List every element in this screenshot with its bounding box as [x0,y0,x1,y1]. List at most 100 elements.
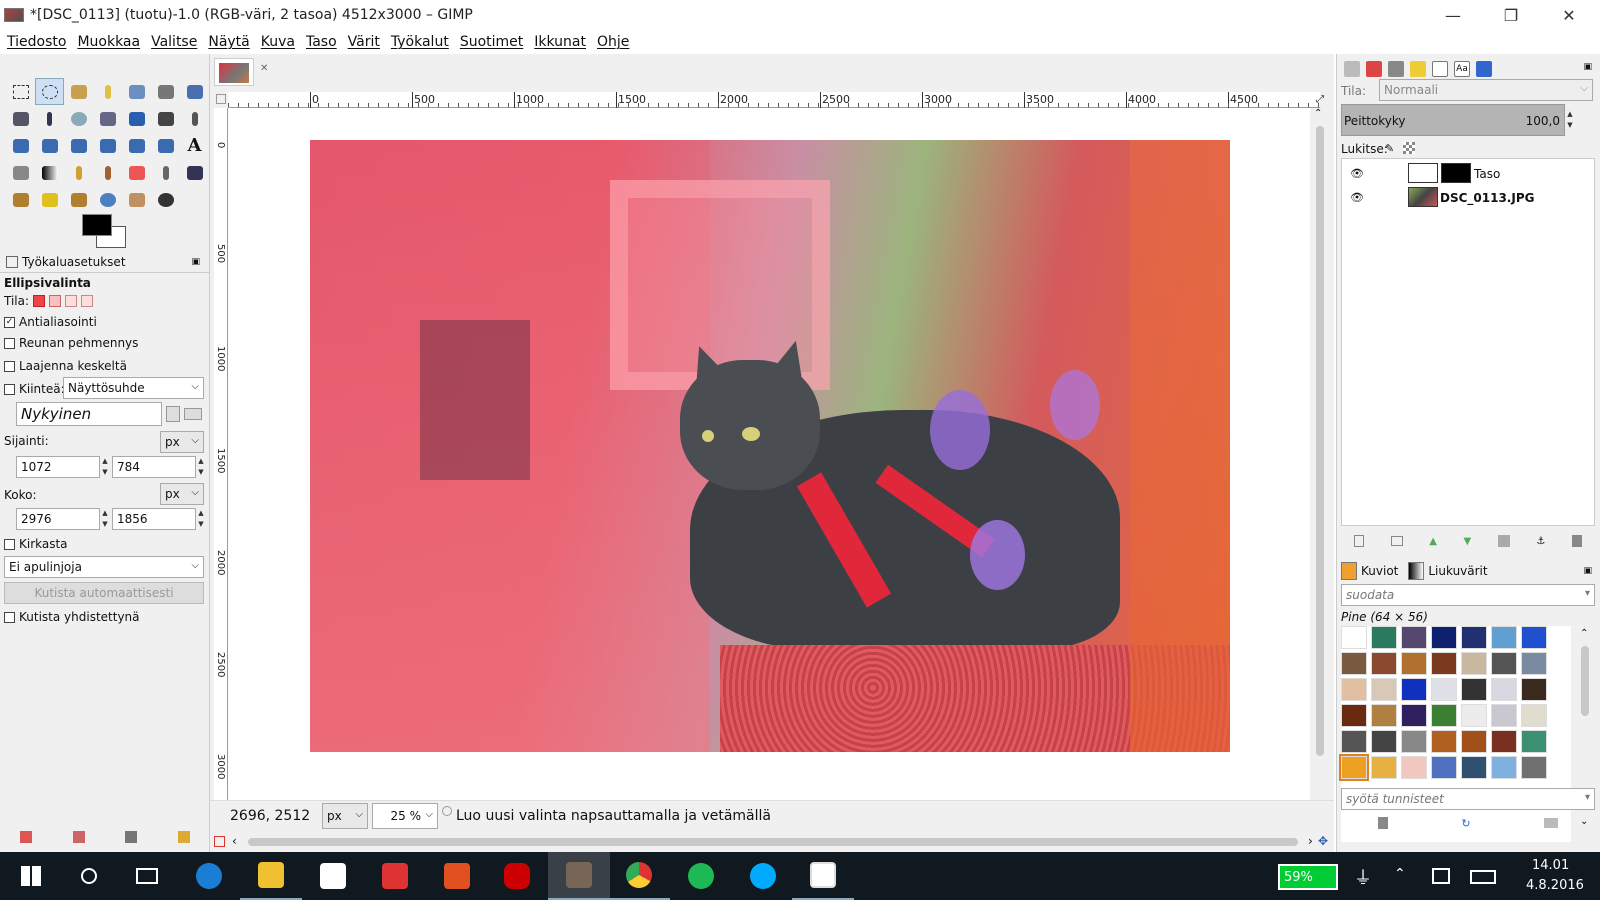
taskbar-store[interactable] [302,852,364,900]
position-unit-select[interactable]: px ⌵ [160,431,204,453]
fuzzy-select-tool[interactable] [93,78,122,105]
shrink-merged-option[interactable]: Kutista yhdistettynä [4,610,140,624]
opacity-slider[interactable]: Peittokyky 100,0 [1341,104,1565,136]
airbrush-tool[interactable] [151,159,180,186]
visibility-eye-icon[interactable]: 👁 [1350,167,1364,180]
pattern-swatch[interactable] [1461,626,1487,649]
lower-layer-icon[interactable]: ▼ [1464,536,1472,547]
chevron-up-icon[interactable]: ⌃ [1394,866,1406,882]
foreground-color-swatch[interactable] [82,214,112,236]
highlight-checkbox[interactable] [4,538,15,550]
portrait-button[interactable] [166,406,180,422]
eraser-tool[interactable] [122,159,151,186]
smudge-tool[interactable] [122,186,151,213]
layer-row[interactable]: 👁 Taso [1342,163,1594,185]
pattern-swatch[interactable] [1371,678,1397,701]
anchor-layer-icon[interactable]: ⚓ [1536,536,1545,547]
pattern-swatch[interactable] [1431,678,1457,701]
clock-date[interactable]: 4.8.2016 [1526,878,1584,893]
menu-nayta[interactable]: Näytä [203,34,255,50]
taskbar-spotify[interactable] [670,852,732,900]
expand-center-option[interactable]: Laajenna keskeltä [4,359,127,373]
pattern-swatch[interactable] [1461,652,1487,675]
save-options-icon[interactable] [20,831,33,843]
size-h-stepper[interactable]: ▲ ▼ [197,508,205,530]
layers-tab-icon[interactable] [1344,61,1360,77]
paths-tab-icon[interactable] [1388,61,1404,77]
visibility-eye-icon[interactable]: 👁 [1350,191,1364,204]
position-y-stepper[interactable]: ▲ ▼ [197,456,205,478]
power-plug-icon[interactable]: ⏚ [1354,864,1372,890]
image-tab-close-icon[interactable]: ✕ [260,63,268,74]
guides-select[interactable]: Ei apulinjoja ⌵ [4,556,204,578]
scroll-up-icon[interactable]: ⌃ [1314,108,1322,119]
menu-suotimet[interactable]: Suotimet [455,34,529,50]
pattern-scroll-thumb[interactable] [1581,646,1589,716]
pattern-swatch[interactable] [1431,652,1457,675]
rotate-tool[interactable] [6,132,35,159]
size-w-stepper[interactable]: ▲ ▼ [101,508,109,530]
unit-select[interactable]: px ⌵ [322,803,368,829]
move-tool[interactable] [122,105,151,132]
task-view-button[interactable] [116,852,178,900]
menu-taso[interactable]: Taso [301,34,343,50]
channels-tab-icon[interactable] [1366,61,1382,77]
menu-tyokalut[interactable]: Työkalut [386,34,455,50]
feather-option[interactable]: Reunan pehmennys [4,336,138,350]
notifications-icon[interactable] [1432,868,1450,884]
pattern-tags-field[interactable]: syötä tunnisteet ▾ [1341,788,1595,810]
pattern-swatch[interactable] [1341,652,1367,675]
restore-options-icon[interactable] [72,831,85,843]
color-picker-tool[interactable] [35,105,64,132]
gradients-tab[interactable]: Liukuvärit [1428,564,1487,578]
flip-tool[interactable] [122,132,151,159]
select-by-color-tool[interactable] [122,78,151,105]
taskbar-skype[interactable] [732,852,794,900]
pattern-swatch[interactable] [1461,678,1487,701]
ink-tool[interactable] [180,159,209,186]
pattern-swatch[interactable] [1491,626,1517,649]
keyboard-icon[interactable] [1470,870,1496,884]
position-x-stepper[interactable]: ▲ ▼ [101,456,109,478]
mode-replace-button[interactable] [33,295,46,307]
battery-indicator[interactable]: 59% [1278,864,1338,890]
patterns-tab[interactable]: Kuviot [1361,564,1398,578]
pattern-swatch[interactable] [1431,626,1457,649]
pattern-swatch[interactable] [1491,756,1517,779]
pattern-swatch[interactable] [1491,678,1517,701]
vertical-scrollbar[interactable]: ⌃ ⌄ [1310,108,1330,828]
taskbar-office[interactable] [426,852,488,900]
pattern-swatch[interactable] [1341,678,1367,701]
minimize-button[interactable]: — [1424,0,1482,30]
pattern-swatch[interactable] [1431,730,1457,753]
highlight-option[interactable]: Kirkasta [4,537,68,551]
pattern-swatch[interactable] [1401,756,1427,779]
align-tool[interactable] [151,105,180,132]
pattern-swatch[interactable] [1431,704,1457,727]
pattern-swatch[interactable] [1371,652,1397,675]
pattern-swatch[interactable] [1341,730,1367,753]
dock-menu-icon[interactable]: ▣ [1583,62,1592,72]
crop-tool[interactable] [180,105,209,132]
pattern-swatch[interactable] [1371,756,1397,779]
pattern-swatch[interactable] [1401,678,1427,701]
pattern-swatch[interactable] [1461,730,1487,753]
blur-tool[interactable] [93,186,122,213]
pattern-swatch[interactable] [1431,756,1457,779]
expand-center-checkbox[interactable] [4,360,15,372]
dodge-burn-tool[interactable] [151,186,180,213]
size-w-field[interactable]: 2976 [16,508,100,530]
image-tab[interactable] [214,58,254,86]
taskbar-chrome[interactable] [608,852,670,900]
menu-varit[interactable]: Värit [343,34,386,50]
mode-subtract-button[interactable] [65,295,78,307]
menu-ohje[interactable]: Ohje [592,34,635,50]
scale-tool[interactable] [35,132,64,159]
fonts-tab-icon[interactable]: Aa [1454,61,1470,77]
free-select-tool[interactable] [64,78,93,105]
cage-transform-tool[interactable] [151,132,180,159]
layer-mode-select[interactable]: Normaali ⌵ [1379,79,1593,101]
restore-button[interactable]: ❐ [1482,0,1540,30]
duplicate-layer-icon[interactable] [1497,535,1510,547]
start-button[interactable] [0,852,62,900]
